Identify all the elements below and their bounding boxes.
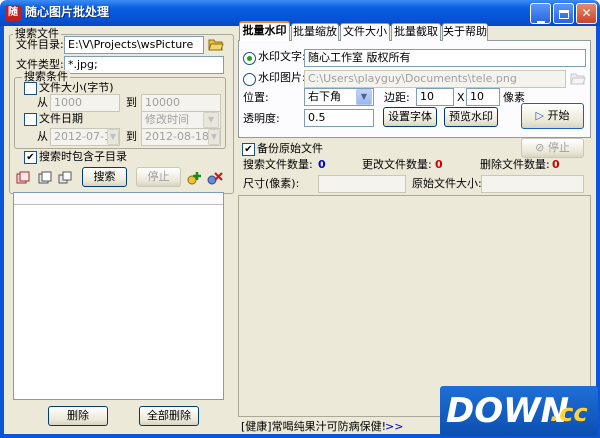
footer-more-link[interactable]: >> xyxy=(385,420,403,434)
date-from-label: 从 xyxy=(37,130,48,143)
date-to-label: 到 xyxy=(126,130,137,143)
position-label: 位置: xyxy=(243,91,269,104)
subdir-checkbox[interactable]: ✔ xyxy=(24,151,37,164)
search-stop-button[interactable]: 停止 xyxy=(136,167,181,187)
tab-about-help[interactable]: 关于帮助 xyxy=(442,23,488,41)
watermark-text-input[interactable]: 随心工作室 版权所有 xyxy=(304,49,586,67)
size-checkbox[interactable] xyxy=(24,82,37,95)
date-label: 文件日期 xyxy=(39,112,83,125)
copy-files-icon[interactable] xyxy=(16,171,30,185)
process-stop-label: 停止 xyxy=(547,141,570,154)
browse-image-icon[interactable] xyxy=(570,71,586,85)
text-watermark-label: 水印文字: xyxy=(258,50,306,63)
play-icon: ▷ xyxy=(535,109,544,122)
app-icon: 随 xyxy=(5,5,21,21)
dimension-label: 尺寸(像素): xyxy=(243,177,300,190)
backup-label: 备份原始文件 xyxy=(257,142,323,155)
delete-button[interactable]: 删除 xyxy=(48,406,108,426)
found-count-value: 0 xyxy=(318,158,326,171)
preview-area xyxy=(238,195,591,417)
changed-count-value: 0 xyxy=(435,158,443,171)
opacity-input[interactable]: 0.5 xyxy=(304,109,374,127)
preview-watermark-button[interactable]: 预览水印 xyxy=(444,107,498,127)
size-from-label: 从 xyxy=(37,96,48,109)
date-kind-value: 修改时间 xyxy=(145,113,189,126)
size-to-input[interactable]: 10000 xyxy=(141,94,221,112)
start-label: 开始 xyxy=(547,109,570,122)
dir-input[interactable]: E:\V\Projects\wsPicture xyxy=(64,36,204,54)
orig-size-field xyxy=(481,175,584,193)
minimize-icon xyxy=(536,21,545,23)
close-button[interactable]: ✕ xyxy=(576,3,597,24)
stop-icon: ⊘ xyxy=(535,141,545,154)
size-to-label: 到 xyxy=(126,96,137,109)
watermark-image-input[interactable]: C:\Users\playguy\Documents\tele.png xyxy=(304,70,566,88)
position-value: 右下角 xyxy=(308,90,341,103)
logo-text-suffix: .cc xyxy=(550,399,588,427)
window-title: 随心图片批处理 xyxy=(25,5,110,19)
copy-window-icon[interactable] xyxy=(38,171,52,185)
dimension-field xyxy=(318,175,406,193)
tile-window-icon[interactable] xyxy=(58,171,72,185)
delete-all-button[interactable]: 全部删除 xyxy=(139,406,199,426)
date-to-value: 2012-08-18 xyxy=(145,130,209,143)
remove-items-icon[interactable] xyxy=(207,170,223,186)
date-checkbox[interactable] xyxy=(24,113,37,126)
opacity-label: 透明度: xyxy=(243,112,280,125)
file-list-header xyxy=(14,193,223,205)
text-watermark-radio[interactable] xyxy=(243,52,256,65)
tab-batch-crop[interactable]: 批量截取 xyxy=(391,23,441,41)
tab-batch-watermark[interactable]: 批量水印 xyxy=(239,21,290,41)
maximize-icon xyxy=(558,10,569,19)
file-list[interactable] xyxy=(13,192,224,400)
backup-checkbox[interactable]: ✔ xyxy=(242,143,255,156)
type-input[interactable]: *.jpg; xyxy=(64,56,224,74)
date-kind-dropdown-icon[interactable]: ▼ xyxy=(203,112,219,128)
subdir-check-mark: ✔ xyxy=(26,152,35,163)
add-items-icon[interactable] xyxy=(187,170,203,186)
margin-x-input[interactable]: 10 xyxy=(416,88,454,106)
maximize-button[interactable] xyxy=(553,3,574,24)
set-font-button[interactable]: 设置字体 xyxy=(383,107,437,127)
deleted-count-label: 删除文件数量: xyxy=(480,158,550,171)
image-watermark-radio[interactable] xyxy=(243,73,256,86)
found-count-label: 搜索文件数量: xyxy=(243,158,313,171)
tab-file-size[interactable]: 文件大小 xyxy=(340,23,390,41)
close-icon: ✕ xyxy=(581,6,592,20)
size-from-input[interactable]: 1000 xyxy=(50,94,120,112)
margin-label: 边距: xyxy=(384,91,410,104)
start-button[interactable]: ▷ 开始 xyxy=(521,103,584,129)
orig-size-label: 原始文件大小: xyxy=(412,177,482,190)
date-from-dropdown-icon[interactable]: ▼ xyxy=(107,129,119,145)
footer-tip[interactable]: [健康]常喝纯果汁可防病保健! xyxy=(241,420,386,434)
dir-label: 文件目录: xyxy=(16,38,64,51)
search-button[interactable]: 搜索 xyxy=(82,167,127,187)
minimize-button[interactable] xyxy=(530,3,551,24)
tab-batch-resize[interactable]: 批量缩放 xyxy=(291,23,339,41)
date-to-dropdown-icon[interactable]: ▼ xyxy=(208,129,220,145)
process-stop-button[interactable]: ⊘ 停止 xyxy=(521,138,584,158)
position-dropdown-icon[interactable]: ▼ xyxy=(356,89,372,105)
site-watermark-logo: DOWN .cc xyxy=(440,386,598,436)
margin-y-input[interactable]: 10 xyxy=(466,88,500,106)
deleted-count-value: 0 xyxy=(552,158,560,171)
open-folder-icon[interactable] xyxy=(208,37,224,51)
size-label: 文件大小(字节) xyxy=(39,81,114,94)
backup-check-mark: ✔ xyxy=(244,144,253,155)
subdir-label: 搜索时包含子目录 xyxy=(39,150,127,163)
changed-count-label: 更改文件数量: xyxy=(362,158,432,171)
image-watermark-label: 水印图片: xyxy=(258,71,306,84)
margin-sep-label: X xyxy=(457,91,465,104)
